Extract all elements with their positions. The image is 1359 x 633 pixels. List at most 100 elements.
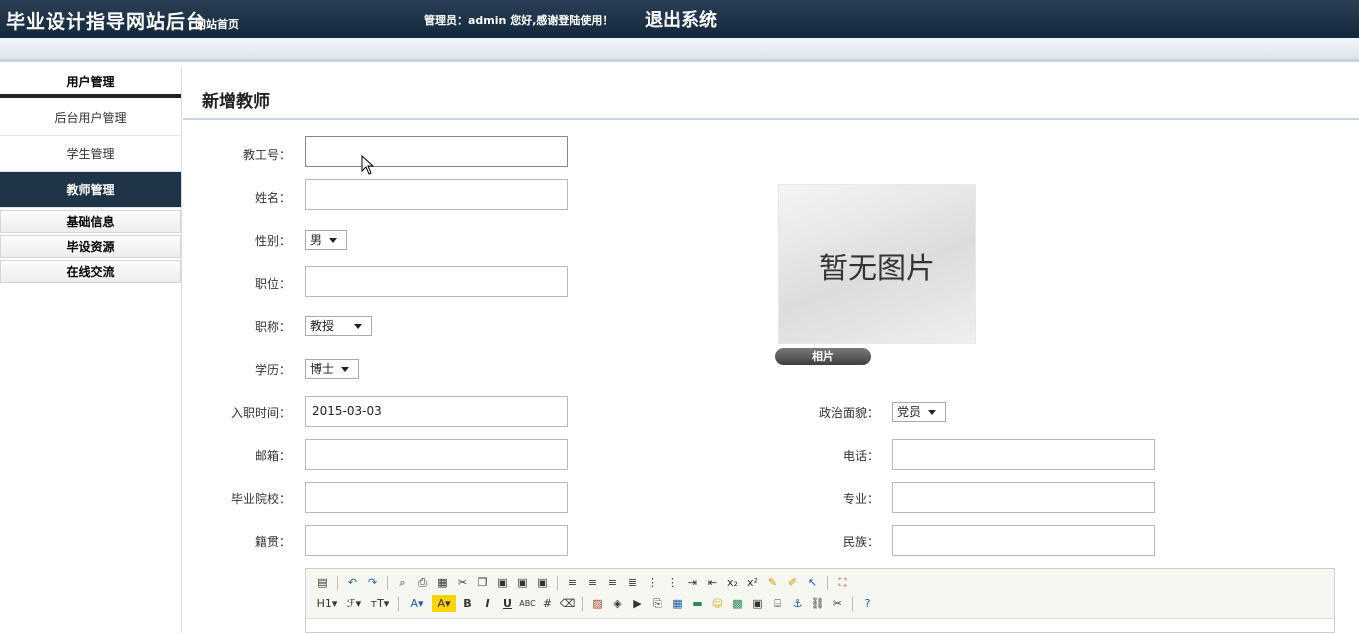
title-divider bbox=[183, 118, 1359, 120]
photo-upload-button[interactable]: 相片 bbox=[775, 348, 871, 365]
sidebar-item-teachers[interactable]: 教师管理 bbox=[0, 172, 181, 208]
sidebar-item-students[interactable]: 学生管理 bbox=[0, 136, 181, 172]
school-input[interactable] bbox=[305, 482, 568, 513]
toolbar-divider bbox=[387, 575, 388, 590]
email-input[interactable] bbox=[305, 439, 568, 470]
print-icon[interactable]: ⎙ bbox=[414, 574, 431, 591]
logout-link[interactable]: 退出系统 bbox=[645, 6, 717, 32]
image-icon[interactable]: ▨ bbox=[589, 595, 606, 612]
undo-icon[interactable]: ↶ bbox=[344, 574, 361, 591]
bold-button[interactable]: B bbox=[459, 595, 476, 612]
phone-label: 电话： bbox=[842, 449, 879, 463]
toolbar-divider bbox=[827, 575, 828, 590]
subscript-icon[interactable]: x₂ bbox=[724, 574, 741, 591]
email-label: 邮箱： bbox=[254, 449, 291, 463]
position-input[interactable] bbox=[305, 266, 568, 297]
font-family-button[interactable]: ℱ▾ bbox=[343, 595, 365, 612]
strikethrough-icon[interactable]: ABC bbox=[519, 595, 536, 612]
template-icon[interactable]: ▦ bbox=[434, 574, 451, 591]
title-select[interactable]: 教授 bbox=[305, 316, 372, 336]
ethnicity-input[interactable] bbox=[892, 525, 1155, 556]
education-select[interactable]: 博士 bbox=[305, 359, 359, 379]
preview-icon[interactable]: ⌕ bbox=[394, 574, 411, 591]
editor-toolbar: ▤ ↶ ↷ ⌕ ⎙ ▦ ✂ ❐ ▣ ▣ ▣ ≡ ≡ ≡ ≣ ⋮ ⋮ ⇥ ⇤ x₂… bbox=[306, 569, 1334, 619]
title-label: 职称： bbox=[254, 320, 291, 334]
align-right-icon[interactable]: ≡ bbox=[604, 574, 621, 591]
education-select-value: 博士 bbox=[310, 362, 335, 376]
phone-input[interactable] bbox=[892, 439, 1155, 470]
heading-button[interactable]: H1▾ bbox=[314, 595, 340, 612]
highlight-color-icon[interactable]: A▾ bbox=[432, 595, 456, 612]
map-icon[interactable]: ▩ bbox=[729, 595, 746, 612]
link-icon[interactable]: ⛓ bbox=[809, 595, 826, 612]
superscript-icon[interactable]: x² bbox=[744, 574, 761, 591]
grid-icon[interactable]: # bbox=[539, 595, 556, 612]
sidebar-group-online-chat[interactable]: 在线交流 bbox=[0, 260, 181, 283]
font-size-label: тT bbox=[370, 597, 384, 610]
gender-select-value: 男 bbox=[310, 233, 323, 247]
sidebar-group-basic-info[interactable]: 基础信息 bbox=[0, 210, 181, 233]
emoticon-icon[interactable]: ☺ bbox=[709, 595, 726, 612]
hire-date-input[interactable]: 2015-03-03 bbox=[305, 396, 568, 427]
hire-date-label: 入职时间： bbox=[230, 406, 291, 420]
paste-word-icon[interactable]: ▣ bbox=[534, 574, 551, 591]
align-left-icon[interactable]: ≡ bbox=[564, 574, 581, 591]
cut-icon[interactable]: ✂ bbox=[454, 574, 471, 591]
help-icon[interactable]: ? bbox=[859, 595, 876, 612]
clear-format-icon[interactable]: ✎ bbox=[764, 574, 781, 591]
attachment-icon[interactable]: ⎘ bbox=[649, 595, 666, 612]
redo-icon[interactable]: ↷ bbox=[364, 574, 381, 591]
sub-header-bar bbox=[0, 38, 1359, 62]
select-all-icon[interactable]: ✐ bbox=[784, 574, 801, 591]
unlink-icon[interactable]: ✂ bbox=[829, 595, 846, 612]
sidebar-group-resources[interactable]: 毕设资源 bbox=[0, 235, 181, 258]
toolbar-divider bbox=[852, 596, 853, 611]
font-family-label: ℱ bbox=[346, 597, 356, 610]
chevron-down-icon bbox=[354, 324, 363, 329]
font-size-button[interactable]: тT▾ bbox=[368, 595, 392, 612]
page-break-icon[interactable]: ⌸ bbox=[769, 595, 786, 612]
align-center-icon[interactable]: ≡ bbox=[584, 574, 601, 591]
horizontal-rule-icon[interactable]: ▬ bbox=[689, 595, 706, 612]
toolbar-divider bbox=[557, 575, 558, 590]
cursor-select-icon[interactable]: ↖ bbox=[804, 574, 821, 591]
paste-icon[interactable]: ▣ bbox=[494, 574, 511, 591]
eraser-icon[interactable]: ⌫ bbox=[559, 595, 576, 612]
media-icon[interactable]: ▶ bbox=[629, 595, 646, 612]
gender-select[interactable]: 男 bbox=[305, 230, 347, 250]
unordered-list-icon[interactable]: ⋮ bbox=[664, 574, 681, 591]
outdent-icon[interactable]: ⇤ bbox=[704, 574, 721, 591]
ordered-list-icon[interactable]: ⋮ bbox=[644, 574, 661, 591]
chevron-down-icon bbox=[329, 238, 338, 243]
home-link[interactable]: 网站首页 bbox=[195, 16, 239, 32]
anchor-icon[interactable]: ⚓ bbox=[789, 595, 806, 612]
chevron-down-icon bbox=[928, 410, 937, 415]
fullscreen-icon[interactable]: ⛶ bbox=[834, 574, 851, 591]
flash-icon[interactable]: ◈ bbox=[609, 595, 626, 612]
page-title: 新增教师 bbox=[202, 92, 270, 112]
top-header: 毕业设计指导网站后台 网站首页 管理员：admin 您好,感谢登陆使用！ 退出系… bbox=[0, 0, 1359, 38]
major-label: 专业： bbox=[842, 492, 879, 506]
indent-icon[interactable]: ⇥ bbox=[684, 574, 701, 591]
source-icon[interactable]: ▤ bbox=[314, 574, 331, 591]
paste-text-icon[interactable]: ▣ bbox=[514, 574, 531, 591]
gender-label: 性别： bbox=[254, 234, 291, 248]
font-color-icon[interactable]: A▾ bbox=[405, 595, 429, 612]
sidebar-section-user-management[interactable]: 用户管理 bbox=[0, 67, 181, 98]
position-label: 职位： bbox=[254, 277, 291, 291]
major-input[interactable] bbox=[892, 482, 1155, 513]
hometown-input[interactable] bbox=[305, 525, 568, 556]
table-icon[interactable]: ▦ bbox=[669, 595, 686, 612]
rich-text-editor[interactable]: ▤ ↶ ↷ ⌕ ⎙ ▦ ✂ ❐ ▣ ▣ ▣ ≡ ≡ ≡ ≣ ⋮ ⋮ ⇥ ⇤ x₂… bbox=[305, 568, 1335, 633]
underline-button[interactable]: U bbox=[499, 595, 516, 612]
code-icon[interactable]: ▣ bbox=[749, 595, 766, 612]
italic-button[interactable]: I bbox=[479, 595, 496, 612]
chevron-down-icon bbox=[341, 367, 350, 372]
ethnicity-label: 民族： bbox=[842, 535, 879, 549]
copy-icon[interactable]: ❐ bbox=[474, 574, 491, 591]
justify-icon[interactable]: ≣ bbox=[624, 574, 641, 591]
name-input[interactable] bbox=[305, 179, 568, 210]
staff-no-input[interactable] bbox=[305, 136, 568, 167]
sidebar-item-admin-users[interactable]: 后台用户管理 bbox=[0, 100, 181, 136]
political-select[interactable]: 党员 bbox=[892, 402, 946, 422]
